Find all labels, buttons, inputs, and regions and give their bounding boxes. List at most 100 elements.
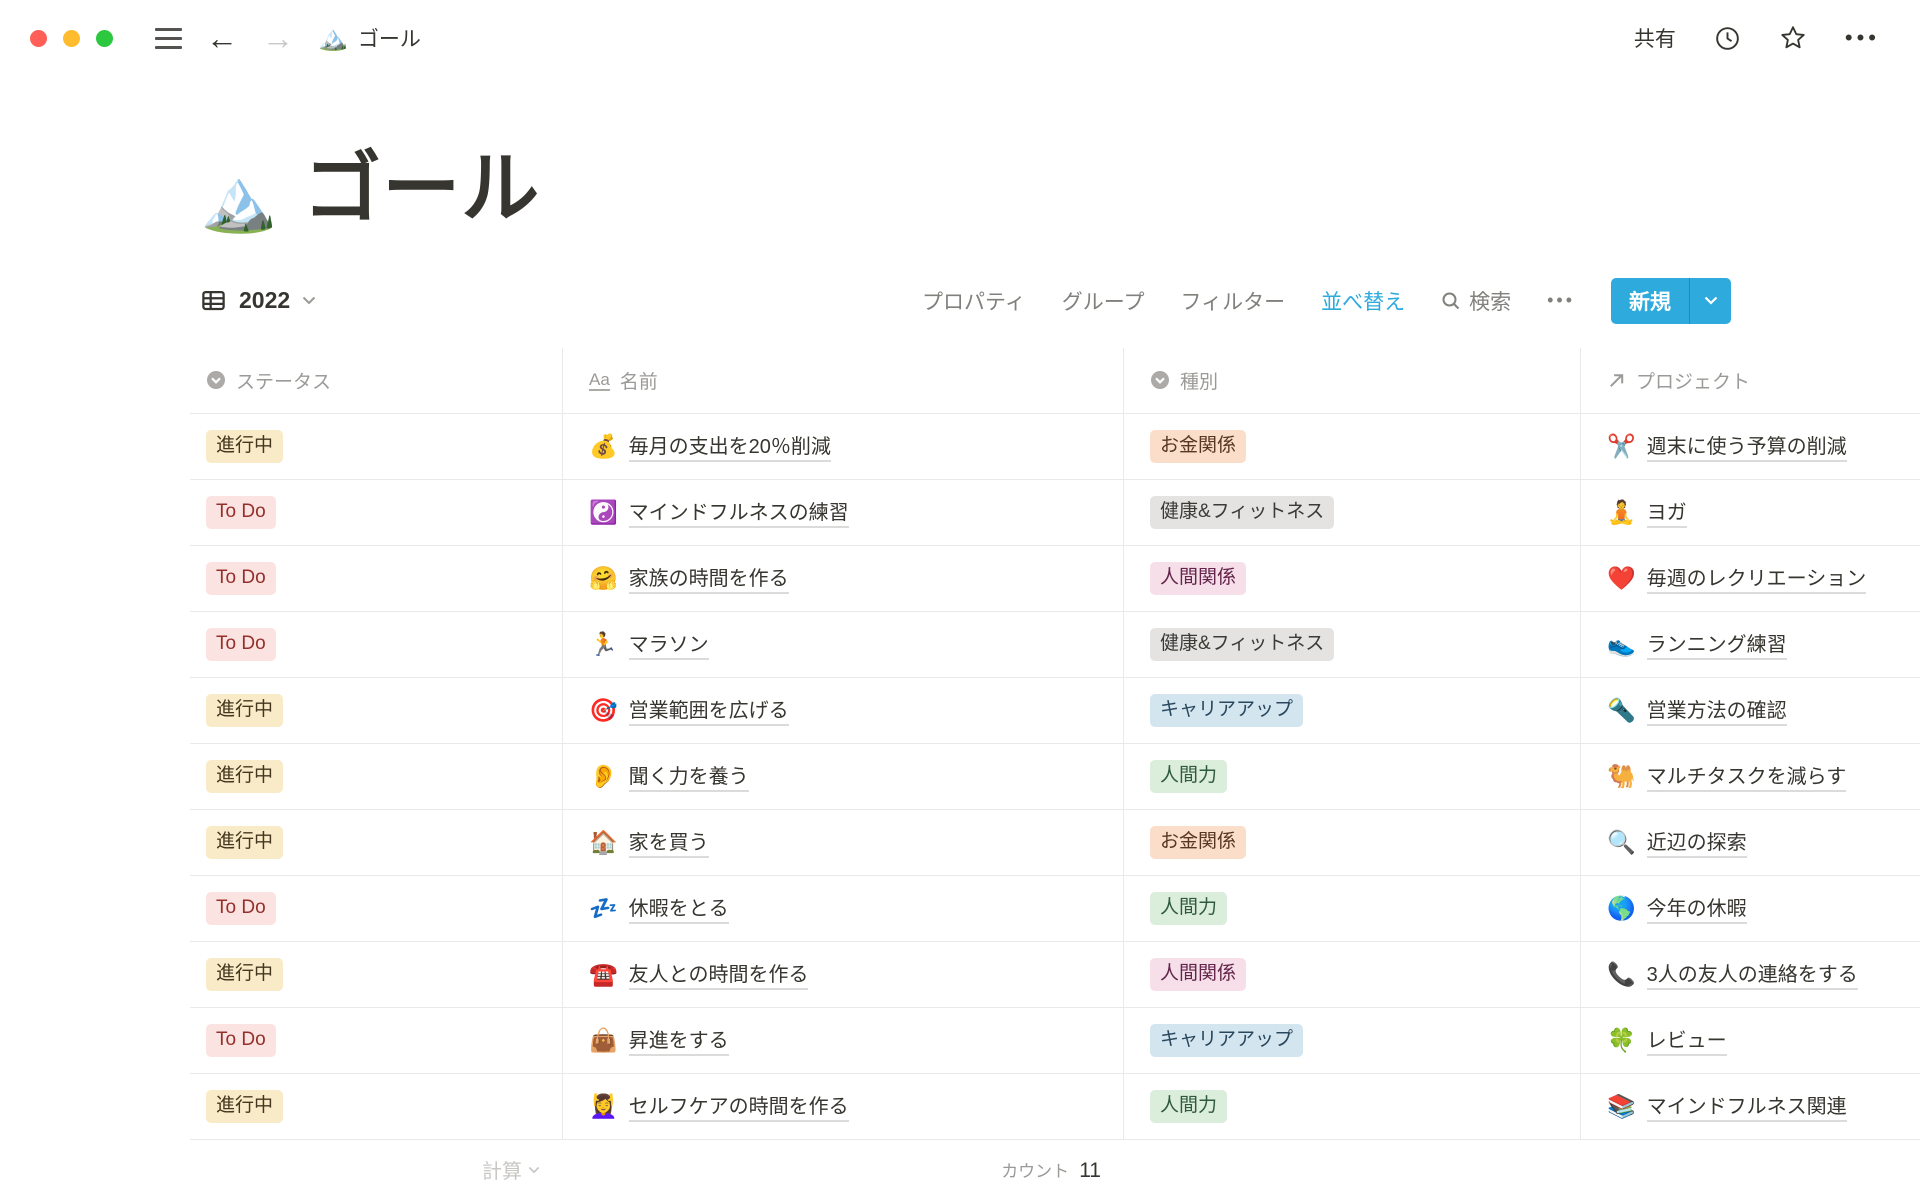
page-emoji-icon[interactable]: 🏔️ [200, 170, 277, 232]
more-options-icon[interactable]: ••• [1845, 25, 1880, 51]
type-cell[interactable]: お金関係 [1123, 414, 1580, 479]
close-window-button[interactable] [30, 30, 47, 47]
type-cell[interactable]: キャリアアップ [1123, 1008, 1580, 1073]
name-cell[interactable]: ☎️ 友人との時間を作る [562, 942, 1123, 1007]
project-link[interactable]: マルチタスクを減らす [1647, 760, 1847, 792]
name-cell[interactable]: 🎯営業範囲を広げる [562, 678, 1123, 743]
name-cell[interactable]: 💤休暇をとる [562, 876, 1123, 941]
page-link[interactable]: セルフケアの時間を作る [629, 1090, 849, 1122]
page-link[interactable]: 営業範囲を広げる [629, 694, 789, 726]
new-button-dropdown[interactable] [1689, 278, 1731, 324]
page-title[interactable]: ゴール [303, 146, 540, 232]
project-cell[interactable]: 🧘ヨガ [1580, 480, 1920, 545]
type-cell[interactable]: 人間力 [1123, 744, 1580, 809]
view-more-icon[interactable]: ••• [1547, 290, 1575, 311]
status-cell[interactable]: To Do [190, 876, 562, 941]
column-header-project[interactable]: プロジェクト [1580, 348, 1920, 413]
status-cell[interactable]: To Do [190, 1008, 562, 1073]
sidebar-toggle-icon[interactable] [155, 28, 182, 49]
type-cell[interactable]: 人間力 [1123, 876, 1580, 941]
type-cell[interactable]: お金関係 [1123, 810, 1580, 875]
zoom-window-button[interactable] [96, 30, 113, 47]
project-link[interactable]: 週末に使う予算の削減 [1647, 430, 1847, 462]
page-emoji-icon: ☎️ [589, 963, 618, 986]
status-cell[interactable]: 進行中 [190, 744, 562, 809]
column-header-name[interactable]: Aa 名前 [562, 348, 1123, 413]
page-link[interactable]: 毎月の支出を20％削減 [629, 430, 831, 462]
type-badge: キャリアアップ [1150, 694, 1303, 727]
project-cell[interactable]: 🔦営業方法の確認 [1580, 678, 1920, 743]
group-button[interactable]: グループ [1062, 286, 1145, 316]
filter-button[interactable]: フィルター [1181, 286, 1286, 316]
type-badge: お金関係 [1150, 430, 1246, 463]
minimize-window-button[interactable] [63, 30, 80, 47]
column-header-type[interactable]: 種別 [1123, 348, 1580, 413]
name-cell[interactable]: 💰毎月の支出を20％削減 [562, 414, 1123, 479]
page-link[interactable]: 昇進をする [629, 1024, 729, 1056]
project-cell[interactable]: 📚マインドフルネス関連 [1580, 1074, 1920, 1139]
project-link[interactable]: マインドフルネス関連 [1647, 1090, 1847, 1122]
project-cell[interactable]: 📞3人の友人の連絡をする [1580, 942, 1920, 1007]
share-button[interactable]: 共有 [1634, 23, 1676, 53]
project-cell[interactable]: 👟ランニング練習 [1580, 612, 1920, 677]
table-row: To Do🏃マラソン健康&フィットネス👟ランニング練習 [190, 612, 1920, 678]
type-cell[interactable]: 人間関係 [1123, 546, 1580, 611]
table-row: 進行中👂聞く力を養う人間力🐫マルチタスクを減らす [190, 744, 1920, 810]
name-cell[interactable]: ☯️マインドフルネスの練習 [562, 480, 1123, 545]
table-footer: 計算 カウント 11 [190, 1140, 1920, 1200]
page-link[interactable]: マラソン [629, 628, 709, 660]
page-link[interactable]: 聞く力を養う [629, 760, 749, 792]
name-cell[interactable]: 👂聞く力を養う [562, 744, 1123, 809]
name-cell[interactable]: 🤗家族の時間を作る [562, 546, 1123, 611]
project-link[interactable]: ヨガ [1647, 496, 1687, 528]
project-link[interactable]: 近辺の探索 [1647, 826, 1747, 858]
view-tab-2022[interactable]: 2022 [200, 287, 316, 314]
breadcrumb[interactable]: 🏔️ ゴール [318, 23, 421, 53]
updates-clock-icon[interactable] [1714, 25, 1741, 52]
type-cell[interactable]: 人間関係 [1123, 942, 1580, 1007]
type-cell[interactable]: 人間力 [1123, 1074, 1580, 1139]
back-arrow-icon[interactable]: ← [206, 22, 238, 54]
type-cell[interactable]: 健康&フィットネス [1123, 480, 1580, 545]
new-button[interactable]: 新規 [1611, 278, 1731, 324]
project-cell[interactable]: 🔍近辺の探索 [1580, 810, 1920, 875]
page-link[interactable]: 家族の時間を作る [629, 562, 789, 594]
project-link[interactable]: ランニング練習 [1647, 628, 1787, 660]
status-cell[interactable]: To Do [190, 546, 562, 611]
project-cell[interactable]: 🍀レビュー [1580, 1008, 1920, 1073]
status-cell[interactable]: 進行中 [190, 678, 562, 743]
status-cell[interactable]: 進行中 [190, 414, 562, 479]
project-cell[interactable]: ✂️週末に使う予算の削減 [1580, 414, 1920, 479]
name-cell[interactable]: 🏃マラソン [562, 612, 1123, 677]
page-link[interactable]: 家を買う [629, 826, 709, 858]
project-link[interactable]: 3人の友人の連絡をする [1647, 958, 1858, 990]
name-cell[interactable]: 👜昇進をする [562, 1008, 1123, 1073]
calculate-button[interactable]: 計算 [482, 1155, 540, 1184]
name-cell[interactable]: 🏠家を買う [562, 810, 1123, 875]
project-link[interactable]: 毎週のレクリエーション [1647, 562, 1867, 594]
status-cell[interactable]: 進行中 [190, 1074, 562, 1139]
properties-button[interactable]: プロパティ [922, 286, 1026, 316]
status-cell[interactable]: 進行中 [190, 810, 562, 875]
count-aggregate[interactable]: カウント 11 [1001, 1157, 1101, 1183]
status-cell[interactable]: To Do [190, 480, 562, 545]
project-link[interactable]: 営業方法の確認 [1647, 694, 1787, 726]
sort-button[interactable]: 並べ替え [1321, 286, 1405, 316]
status-cell[interactable]: 進行中 [190, 942, 562, 1007]
project-link[interactable]: 今年の休暇 [1647, 892, 1747, 924]
page-link[interactable]: マインドフルネスの練習 [629, 496, 849, 528]
type-cell[interactable]: キャリアアップ [1123, 678, 1580, 743]
project-cell[interactable]: 🐫マルチタスクを減らす [1580, 744, 1920, 809]
page-link[interactable]: 休暇をとる [629, 892, 729, 924]
favorite-star-icon[interactable] [1779, 24, 1807, 52]
search-button[interactable]: 検索 [1441, 286, 1511, 316]
type-cell[interactable]: 健康&フィットネス [1123, 612, 1580, 677]
page-link[interactable]: 友人との時間を作る [629, 958, 809, 990]
project-link[interactable]: レビュー [1647, 1024, 1727, 1056]
column-header-status[interactable]: ステータス [190, 348, 562, 413]
name-cell[interactable]: 💆‍♀️セルフケアの時間を作る [562, 1074, 1123, 1139]
project-cell[interactable]: 🌎今年の休暇 [1580, 876, 1920, 941]
status-cell[interactable]: To Do [190, 612, 562, 677]
project-cell[interactable]: ❤️毎週のレクリエーション [1580, 546, 1920, 611]
table-body: 進行中💰毎月の支出を20％削減お金関係✂️週末に使う予算の削減To Do☯️マイ… [190, 414, 1920, 1140]
